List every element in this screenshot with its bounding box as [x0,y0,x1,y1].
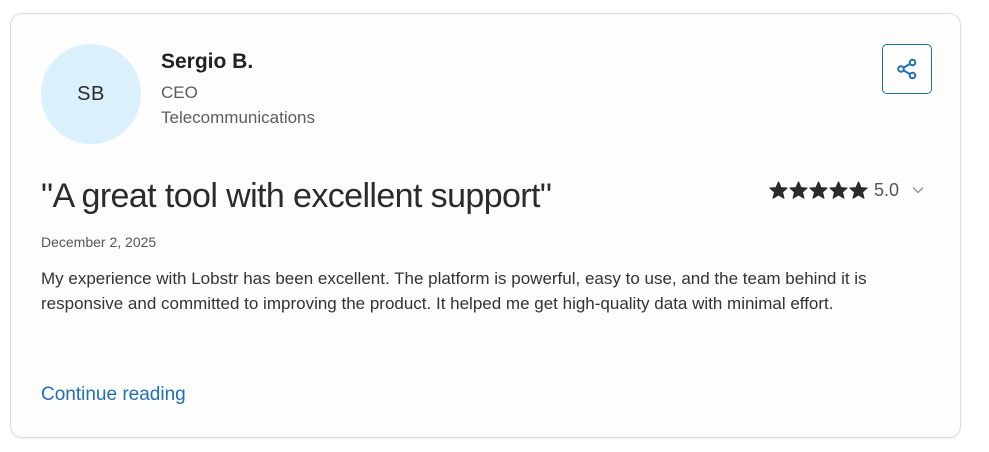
star-icon [789,180,808,199]
review-card: SB Sergio B. CEO Telecommunications "A g… [10,13,961,438]
share-icon [897,58,917,80]
review-title: "A great tool with excellent support" [41,177,552,215]
star-rating [769,180,869,200]
review-date: December 2, 2025 [41,234,157,250]
star-icon [769,180,788,199]
rating-value: 5.0 [874,179,900,200]
author-role: CEO [161,83,198,102]
star-icon [809,180,828,199]
author-name: Sergio B. [161,50,254,73]
avatar-initials: SB [77,82,105,105]
star-icon [829,180,848,199]
avatar: SB [41,44,141,144]
share-button[interactable] [882,44,932,94]
rating: 5.0 [769,177,925,203]
star-icon [849,180,868,199]
continue-reading-link[interactable]: Continue reading [41,384,186,406]
chevron-down-icon[interactable] [911,183,925,197]
author-industry: Telecommunications [161,108,316,127]
review-body: My experience with Lobstr has been excel… [41,269,867,313]
